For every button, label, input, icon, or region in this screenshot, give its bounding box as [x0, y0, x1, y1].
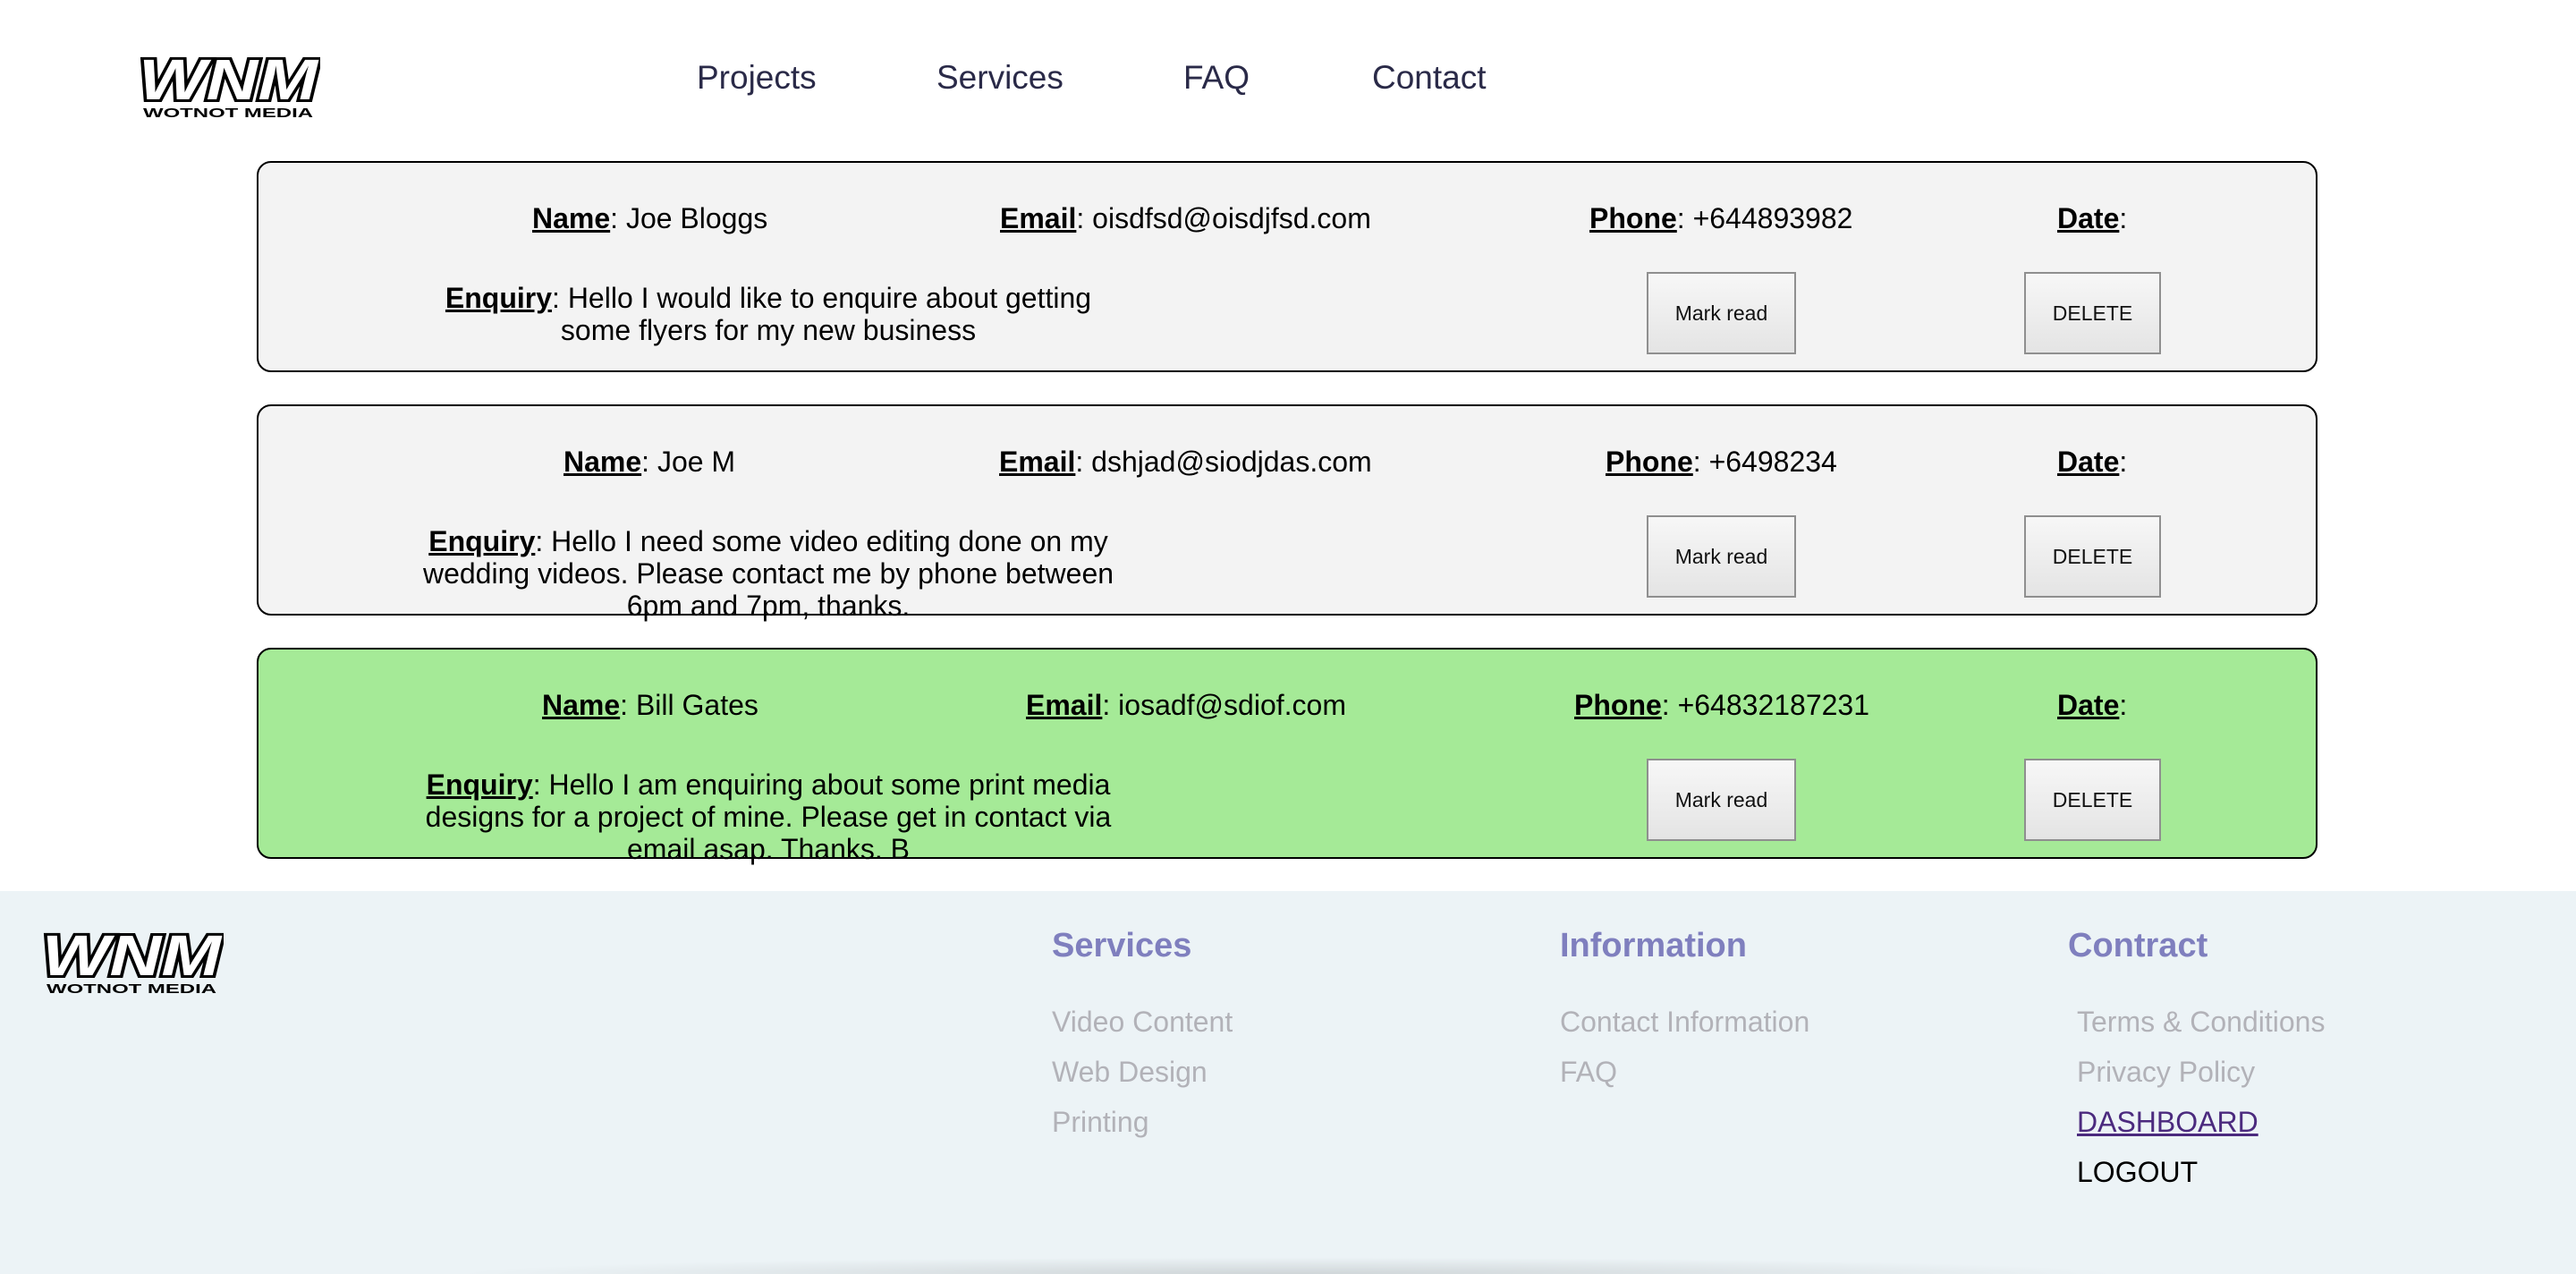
mark-read-button[interactable]: Mark read	[1647, 515, 1796, 598]
footer-logo[interactable]: WNM WOTNOT MEDIA	[39, 927, 224, 997]
delete-button[interactable]: DELETE	[2024, 759, 2161, 841]
wnm-logo[interactable]: WNM WOTNOT MEDIA	[136, 51, 320, 121]
mark-read-button[interactable]: Mark read	[1647, 759, 1796, 841]
date-label: Date	[2057, 202, 2120, 234]
site-footer: WNM WOTNOT MEDIA Services Video Content …	[0, 891, 2576, 1274]
delete-button[interactable]: DELETE	[2024, 272, 2161, 354]
nav-services[interactable]: Services	[936, 59, 1063, 97]
email-label: Email	[1026, 689, 1103, 721]
name-value: Joe M	[657, 446, 736, 478]
enquiry-card: Name: Joe Bloggs Email: oisdfsd@oisdjfsd…	[257, 161, 2318, 372]
footer-bottom-shadow	[447, 1257, 2129, 1274]
date-field: Date:	[2057, 446, 2128, 478]
name-field: Name: Joe Bloggs	[532, 202, 768, 234]
phone-field: Phone: +644893982	[1589, 202, 1853, 234]
email-value: oisdfsd@oisdjfsd.com	[1092, 202, 1371, 234]
footer-link-privacy[interactable]: Privacy Policy	[2077, 1056, 2255, 1089]
mark-read-button[interactable]: Mark read	[1647, 272, 1796, 354]
email-field: Email: oisdfsd@oisdjfsd.com	[1000, 202, 1371, 234]
footer-link-contact-information[interactable]: Contact Information	[1560, 1006, 1809, 1039]
phone-value: +644893982	[1692, 202, 1853, 234]
name-value: Joe Bloggs	[625, 202, 768, 234]
footer-link-web-design[interactable]: Web Design	[1052, 1056, 1208, 1089]
email-field: Email: dshjad@siodjdas.com	[999, 446, 1372, 478]
phone-value: +6498234	[1708, 446, 1837, 478]
logo-subtitle: WOTNOT MEDIA	[47, 981, 216, 997]
enquiry-text: Enquiry: Hello I need some video editing…	[422, 525, 1114, 622]
date-label: Date	[2057, 689, 2120, 721]
logo-letters: WNM	[42, 927, 223, 988]
footer-heading-services: Services	[1052, 927, 1192, 964]
email-label: Email	[999, 446, 1076, 478]
email-value: iosadf@sdiof.com	[1118, 689, 1346, 721]
phone-field: Phone: +64832187231	[1574, 689, 1870, 721]
logo-letters: WNM	[139, 51, 319, 112]
footer-link-video-content[interactable]: Video Content	[1052, 1006, 1233, 1039]
name-field: Name: Bill Gates	[542, 689, 758, 721]
name-value: Bill Gates	[635, 689, 758, 721]
phone-label: Phone	[1589, 202, 1677, 234]
footer-link-faq[interactable]: FAQ	[1560, 1056, 1617, 1089]
date-label: Date	[2057, 446, 2120, 478]
enquiry-card-read: Name: Bill Gates Email: iosadf@sdiof.com…	[257, 648, 2318, 865]
name-label: Name	[532, 202, 611, 234]
nav-projects[interactable]: Projects	[697, 59, 817, 97]
enquiry-text: Enquiry: Hello I am enquiring about some…	[425, 769, 1112, 865]
delete-button[interactable]: DELETE	[2024, 515, 2161, 598]
email-field: Email: iosadf@sdiof.com	[1026, 689, 1346, 721]
logo-subtitle: WOTNOT MEDIA	[143, 106, 313, 121]
phone-field: Phone: +6498234	[1606, 446, 1837, 478]
enquiry-label: Enquiry	[428, 525, 536, 557]
email-value: dshjad@siodjdas.com	[1091, 446, 1372, 478]
footer-link-printing[interactable]: Printing	[1052, 1106, 1149, 1139]
phone-label: Phone	[1574, 689, 1662, 721]
phone-label: Phone	[1606, 446, 1693, 478]
email-label: Email	[1000, 202, 1077, 234]
date-field: Date:	[2057, 689, 2128, 721]
date-field: Date:	[2057, 202, 2128, 234]
phone-value: +64832187231	[1677, 689, 1870, 721]
footer-heading-contract: Contract	[2068, 927, 2208, 964]
footer-link-terms[interactable]: Terms & Conditions	[2077, 1006, 2325, 1039]
name-label: Name	[564, 446, 642, 478]
name-field: Name: Joe M	[564, 446, 736, 478]
enquiry-label: Enquiry	[445, 282, 553, 314]
footer-link-dashboard[interactable]: DASHBOARD	[2077, 1106, 2258, 1139]
footer-link-logout[interactable]: LOGOUT	[2077, 1156, 2198, 1189]
nav-faq[interactable]: FAQ	[1183, 59, 1250, 97]
nav-contact[interactable]: Contact	[1372, 59, 1487, 97]
name-label: Name	[542, 689, 621, 721]
footer-heading-information: Information	[1560, 927, 1747, 964]
enquiry-label: Enquiry	[426, 769, 533, 801]
enquiry-card: Name: Joe M Email: dshjad@siodjdas.com P…	[257, 404, 2318, 622]
enquiry-text: Enquiry: Hello I would like to enquire a…	[445, 282, 1092, 346]
enquiry-value: Hello I would like to enquire about gett…	[560, 282, 1092, 346]
